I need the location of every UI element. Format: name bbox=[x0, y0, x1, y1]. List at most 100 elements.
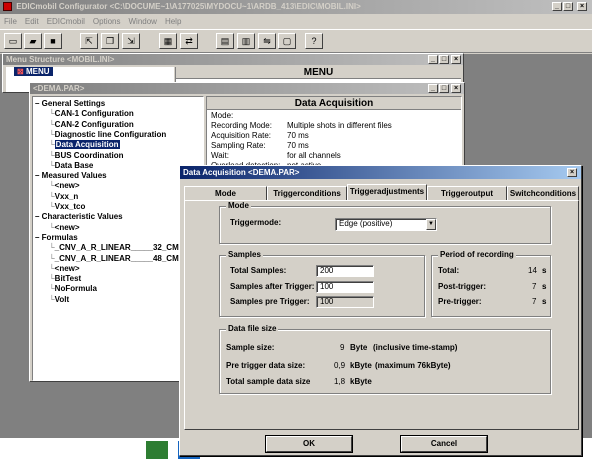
new-icon[interactable]: ▭ bbox=[4, 33, 22, 49]
tab-triggeroutput[interactable]: Triggeroutput bbox=[427, 186, 507, 200]
menu-file[interactable]: File bbox=[0, 15, 21, 28]
device-icon[interactable]: ▤ bbox=[216, 33, 234, 49]
tree-item[interactable]: └Vxx_tco bbox=[49, 202, 85, 211]
ms-maximize-button[interactable]: □ bbox=[439, 55, 449, 64]
samples-after-label: Samples after Trigger: bbox=[230, 282, 315, 291]
tree-label: Formulas bbox=[41, 232, 78, 242]
tree-item[interactable]: └Vxx_n bbox=[49, 192, 78, 201]
menu-root-item[interactable]: ⊠ MENU bbox=[14, 67, 53, 76]
save-icon[interactable]: ■ bbox=[44, 33, 62, 49]
info-header: Data Acquisition bbox=[207, 97, 461, 110]
tree-item[interactable]: └Data Acquisition bbox=[49, 140, 120, 150]
tree-label: Vxx_tco bbox=[54, 202, 86, 211]
total-samples-input[interactable]: 200 bbox=[316, 265, 374, 277]
export-icon[interactable]: ⇱ bbox=[80, 33, 98, 49]
triggermode-select[interactable]: Edge (positive) ▼ bbox=[335, 218, 437, 231]
menu-options[interactable]: Options bbox=[89, 15, 125, 28]
total-size-value: 1,8 bbox=[334, 377, 346, 386]
tree-category[interactable]: – Formulas bbox=[35, 233, 78, 242]
close-button[interactable]: × bbox=[577, 2, 587, 11]
tab-switchconditions[interactable]: Switchconditions bbox=[507, 186, 579, 200]
tab-triggeradjustments[interactable]: Triggeradjustments bbox=[347, 184, 427, 200]
tree-item[interactable]: └CAN-1 Configuration bbox=[49, 109, 134, 118]
copy-icon[interactable]: ❐ bbox=[101, 33, 119, 49]
collapse-icon[interactable]: – bbox=[35, 233, 42, 242]
pretrigger-size-note: (maximum 76kByte) bbox=[375, 361, 451, 370]
print-icon[interactable]: ▥ bbox=[237, 33, 255, 49]
open-folder-icon[interactable]: ▰ bbox=[24, 33, 42, 49]
tree-branch-icon: └ bbox=[49, 140, 55, 150]
tree-item[interactable]: └<new> bbox=[49, 181, 80, 190]
dialog-title-bar: Data Acquisition <DEMA.PAR> bbox=[180, 166, 581, 179]
triggermode-label: Triggermode: bbox=[230, 218, 282, 227]
minimize-button[interactable]: _ bbox=[552, 2, 562, 11]
menu-structure-title: Menu Structure <MOBIL.INI> bbox=[6, 55, 115, 64]
samples-group-title: Samples bbox=[226, 250, 263, 259]
menu-window[interactable]: Window bbox=[125, 15, 161, 28]
menu-edit[interactable]: Edit bbox=[21, 15, 43, 28]
menu-root-icon: ⊠ bbox=[17, 67, 24, 76]
dema-maximize-button[interactable]: □ bbox=[439, 84, 449, 93]
transfer-icon[interactable]: ⇋ bbox=[258, 33, 276, 49]
tree-item[interactable]: └NoFormula bbox=[49, 284, 97, 293]
ok-button[interactable]: OK bbox=[266, 436, 352, 452]
dema-minimize-button[interactable]: _ bbox=[428, 84, 438, 93]
menu-help[interactable]: Help bbox=[161, 15, 185, 28]
menu-structure-header: MENU bbox=[176, 67, 461, 79]
tree-item[interactable]: └Diagnostic line Configuration bbox=[49, 130, 166, 139]
tree-item[interactable]: └BitTest bbox=[49, 274, 81, 283]
collapse-icon[interactable]: – bbox=[35, 99, 42, 108]
link-icon[interactable]: ⇄ bbox=[180, 33, 198, 49]
tree-label: _CNV_A_R_LINEAR_____32_CM bbox=[54, 243, 179, 253]
collapse-icon[interactable]: – bbox=[35, 171, 42, 180]
post-trigger-label: Post-trigger: bbox=[438, 282, 486, 291]
chevron-down-icon[interactable]: ▼ bbox=[426, 219, 436, 230]
menu-edicmobil[interactable]: EDICmobil bbox=[43, 15, 89, 28]
cancel-button[interactable]: Cancel bbox=[401, 436, 487, 452]
tree-category[interactable]: – Characteristic Values bbox=[35, 212, 123, 221]
mode-group: Mode Triggermode: Edge (positive) ▼ bbox=[219, 201, 551, 244]
tree-label: CAN-1 Configuration bbox=[54, 109, 134, 119]
info-value: 70 ms bbox=[287, 141, 309, 150]
tree-item[interactable]: └<new> bbox=[49, 223, 80, 232]
tree-item[interactable]: └_CNV_A_R_LINEAR_____32_CM bbox=[49, 243, 179, 252]
post-trigger-unit: s bbox=[542, 282, 547, 291]
tree-item[interactable]: └CAN-2 Configuration bbox=[49, 120, 134, 129]
dema-close-button[interactable]: × bbox=[451, 84, 461, 93]
tree-item[interactable]: └Data Base bbox=[49, 161, 93, 170]
info-label: Wait: bbox=[211, 151, 229, 160]
tree-item[interactable]: └BUS Coordination bbox=[49, 151, 124, 160]
pretrigger-size-unit: kByte bbox=[350, 361, 372, 370]
collapse-icon[interactable]: – bbox=[35, 212, 42, 221]
total-size-label: Total sample data size bbox=[226, 377, 311, 386]
tree-label: Data Acquisition bbox=[54, 140, 120, 150]
help-icon[interactable]: ? bbox=[305, 33, 323, 49]
tree-item[interactable]: └Volt bbox=[49, 295, 69, 304]
pretrigger-size-value: 0,9 bbox=[334, 361, 346, 370]
ms-close-button[interactable]: × bbox=[451, 55, 461, 64]
tree-label: BitTest bbox=[54, 274, 82, 284]
tree-item[interactable]: └<new> bbox=[49, 264, 80, 273]
import-icon[interactable]: ⇲ bbox=[122, 33, 140, 49]
info-label: Sampling Rate: bbox=[211, 141, 266, 150]
app-icon bbox=[3, 2, 12, 12]
samples-pre-label: Samples pre Trigger: bbox=[230, 297, 310, 306]
dialog-close-button[interactable]: × bbox=[567, 168, 577, 177]
info-label: Mode: bbox=[211, 111, 234, 120]
tree-label: Diagnostic line Configuration bbox=[54, 129, 167, 139]
tab-triggerconditions[interactable]: Triggerconditions bbox=[267, 186, 347, 200]
tree-label: <new> bbox=[54, 263, 80, 273]
maximize-button[interactable]: □ bbox=[563, 2, 573, 11]
tree-category[interactable]: – Measured Values bbox=[35, 171, 107, 180]
tree-category[interactable]: – General Settings bbox=[35, 99, 105, 108]
sample-size-note: (inclusive time-stamp) bbox=[373, 343, 458, 352]
samples-after-input[interactable]: 100 bbox=[316, 281, 374, 293]
period-group-title: Period of recording bbox=[438, 250, 516, 259]
tree-item[interactable]: └_CNV_A_R_LINEAR_____48_CM bbox=[49, 254, 179, 263]
blank-icon[interactable]: ▢ bbox=[278, 33, 296, 49]
tree-label: Measured Values bbox=[41, 171, 107, 181]
ms-minimize-button[interactable]: _ bbox=[428, 55, 438, 64]
structure-icon[interactable]: ▦ bbox=[159, 33, 177, 49]
desktop-icon-a bbox=[146, 441, 168, 459]
tab-mode[interactable]: Mode bbox=[184, 186, 267, 200]
